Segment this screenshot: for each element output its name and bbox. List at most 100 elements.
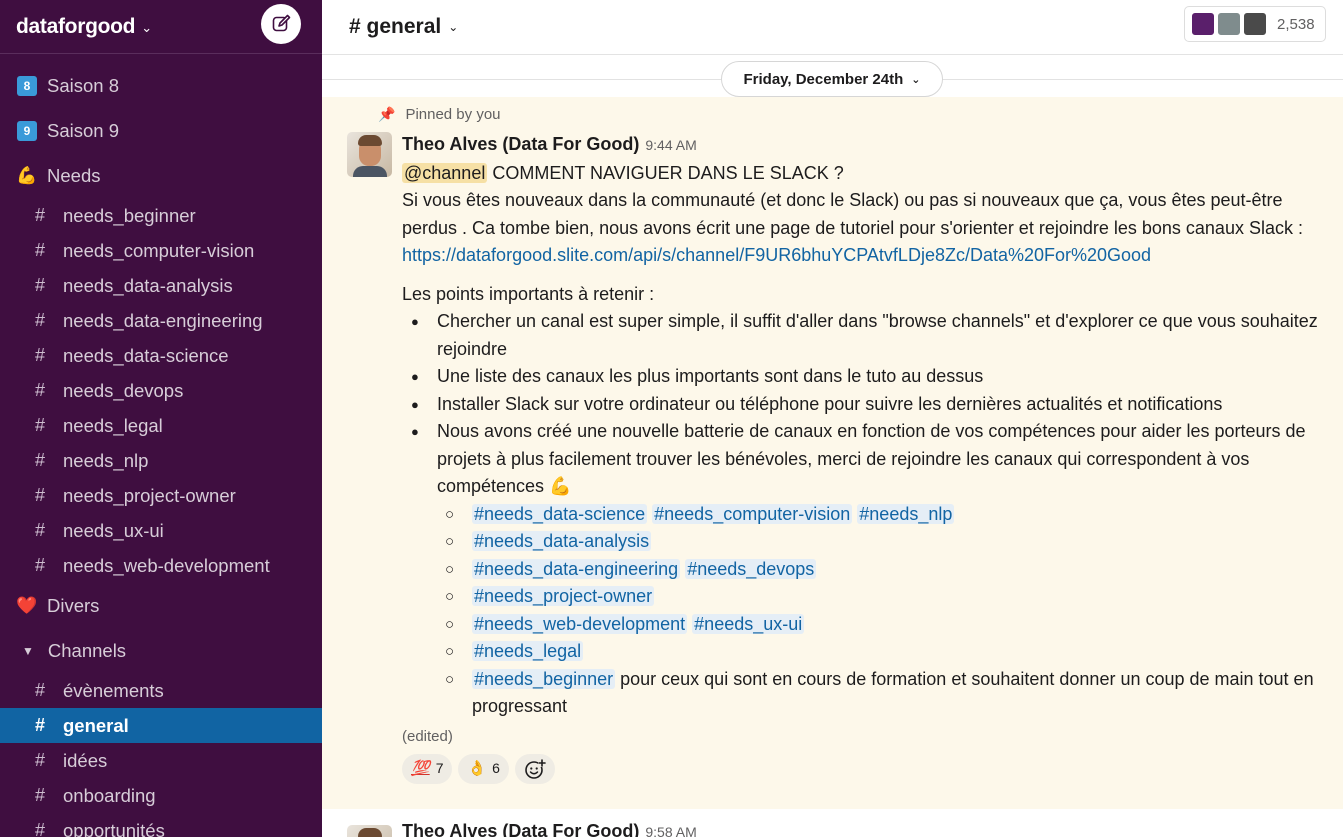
sidebar-channel-label: needs_legal — [63, 414, 163, 436]
sidebar-channel-idees[interactable]: # idées — [0, 743, 322, 778]
sidebar-channel-label: general — [63, 714, 129, 736]
channel-link[interactable]: #needs_legal — [472, 641, 584, 661]
list-item: #needs_beginner pour ceux qui sont en co… — [437, 666, 1322, 721]
list-item: Chercher un canal est super simple, il s… — [402, 308, 1322, 363]
sidebar-section-needs[interactable]: 💪 Needs — [0, 153, 322, 198]
workspace-header[interactable]: dataforgood ⌄ — [0, 0, 322, 54]
chevron-down-icon[interactable]: ⌄ — [448, 20, 458, 34]
points-intro: Les points importants à retenir : — [402, 283, 655, 304]
sidebar-channel-needs_computer-vision[interactable]: # needs_computer-vision — [0, 233, 322, 268]
channel-link[interactable]: #needs_devops — [685, 558, 817, 579]
hash-icon: # — [35, 715, 46, 735]
sidebar-section-divers[interactable]: ❤️ Divers — [0, 583, 322, 628]
sidebar-channel-label: needs_ux-ui — [63, 519, 164, 541]
sidebar-channel-label: évènements — [63, 679, 164, 701]
reaction-count: 7 — [435, 760, 444, 777]
add-reaction-button[interactable] — [514, 754, 555, 784]
sidebar-channel-needs_beginner[interactable]: # needs_beginner — [0, 198, 322, 233]
add-reaction-icon — [525, 759, 546, 779]
channel-mention[interactable]: @channel — [402, 162, 488, 183]
message-author[interactable]: Theo Alves (Data For Good) — [402, 134, 639, 154]
sidebar-channel-needs_data-science[interactable]: # needs_data-science — [0, 338, 322, 373]
workspace-name[interactable]: dataforgood — [16, 15, 135, 39]
hash-icon: # — [35, 680, 46, 700]
sidebar-channel-evenements[interactable]: # évènements — [0, 673, 322, 708]
red-heart-icon: ❤️ — [16, 595, 38, 615]
flexed-biceps-icon: 💪 — [16, 165, 38, 185]
message-intro: Si vous êtes nouveaux dans la communauté… — [402, 190, 1303, 238]
channel-link[interactable]: #needs_web-development — [472, 613, 688, 634]
hash-icon: # — [35, 240, 46, 260]
sidebar-channel-needs_data-analysis[interactable]: # needs_data-analysis — [0, 268, 322, 303]
channel-link[interactable]: #needs_data-analysis — [472, 531, 652, 551]
channel-link[interactable]: #needs_data-science — [472, 503, 648, 524]
sidebar-channel-label: opportunités — [63, 819, 165, 837]
sidebar-channel-label: needs_data-engineering — [63, 309, 263, 331]
reaction-count: 6 — [492, 760, 500, 777]
date-divider-button[interactable]: Friday, December 24th ⌄ — [721, 61, 943, 97]
caret-down-icon[interactable]: ▼ — [22, 644, 34, 658]
sidebar-channel-needs_devops[interactable]: # needs_devops — [0, 373, 322, 408]
compose-icon — [272, 14, 291, 32]
sidebar-channel-needs_project-owner[interactable]: # needs_project-owner — [0, 478, 322, 513]
hundred-points-icon: 💯 — [411, 760, 430, 778]
tutorial-link[interactable]: https://dataforgood.slite.com/api/s/chan… — [402, 245, 1151, 265]
channel-link[interactable]: #needs_ux-ui — [692, 613, 805, 634]
avatar[interactable] — [347, 825, 392, 837]
sidebar-section-saison9[interactable]: 9 Saison 9 — [0, 108, 322, 153]
channel-link[interactable]: #needs_project-owner — [472, 586, 655, 606]
channel-link[interactable]: #needs_data-engineering — [472, 558, 681, 579]
sidebar-section-channels[interactable]: ▼ Channels — [0, 628, 322, 673]
hash-icon: # — [35, 820, 46, 837]
date-label: Friday, December 24th — [743, 70, 904, 88]
channel-title[interactable]: # general — [349, 15, 441, 39]
message-time[interactable]: 9:58 AM — [645, 824, 696, 837]
hash-icon: # — [35, 275, 46, 295]
members-button[interactable]: 2,538 — [1184, 6, 1326, 42]
message-header: Theo Alves (Data For Good) 9:58 AM — [402, 821, 697, 837]
sidebar-channel-needs_ux-ui[interactable]: # needs_ux-ui — [0, 513, 322, 548]
hash-icon: # — [35, 750, 46, 770]
sidebar-channel-needs_web-development[interactable]: # needs_web-development — [0, 548, 322, 583]
list-item: #needs_legal — [437, 638, 1322, 666]
reactions-bar: 💯 7 👌 6 — [402, 754, 1322, 784]
sidebar-channel-label: needs_project-owner — [63, 484, 236, 506]
chevron-down-icon[interactable]: ⌄ — [141, 20, 152, 36]
main-pane: # general ⌄ 2,538 Friday, December 24th … — [322, 0, 1343, 837]
sidebar-channel-label: onboarding — [63, 784, 156, 806]
channel-link[interactable]: #needs_beginner — [472, 668, 616, 689]
sidebar-channel-label: needs_nlp — [63, 449, 149, 471]
compose-button[interactable] — [261, 4, 301, 44]
message-title: COMMENT NAVIGUER DANS LE SLACK ? — [487, 162, 844, 183]
sidebar-section-label: Channels — [47, 639, 127, 661]
sidebar-channel-needs_legal[interactable]: # needs_legal — [0, 408, 322, 443]
message-title-line: @channel COMMENT NAVIGUER DANS LE SLACK … — [402, 160, 1322, 188]
message-header: Theo Alves (Data For Good) 9:44 AM — [402, 131, 1322, 160]
sidebar-section-saison8[interactable]: 8 Saison 8 — [0, 63, 322, 108]
message-content: Theo Alves (Data For Good) 9:44 AM @chann… — [402, 131, 1322, 784]
sidebar-channel-opportunites[interactable]: # opportunités — [0, 813, 322, 837]
sidebar-channel-label: needs_data-science — [63, 344, 229, 366]
member-count: 2,538 — [1277, 15, 1315, 33]
hash-icon: # — [35, 205, 46, 225]
sidebar-channel-onboarding[interactable]: # onboarding — [0, 778, 322, 813]
hash-icon: # — [35, 520, 46, 540]
channel-link[interactable]: #needs_nlp — [857, 503, 955, 524]
reaction-ok-hand[interactable]: 👌 6 — [458, 754, 509, 784]
list-item: #needs_project-owner — [437, 583, 1322, 611]
channel-link[interactable]: #needs_computer-vision — [652, 503, 853, 524]
sidebar-channel-needs_nlp[interactable]: # needs_nlp — [0, 443, 322, 478]
reaction-hundred[interactable]: 💯 7 — [402, 754, 453, 784]
bullet-text: Installer Slack sur votre ordinateur ou … — [437, 393, 1223, 414]
message-time[interactable]: 9:44 AM — [645, 137, 696, 153]
message-author[interactable]: Theo Alves (Data For Good) — [402, 821, 639, 837]
avatar — [1217, 12, 1241, 36]
ok-hand-icon: 👌 — [467, 760, 487, 778]
chevron-down-icon: ⌄ — [911, 73, 921, 86]
sidebar-channel-label: needs_beginner — [63, 204, 196, 226]
sidebar-channel-label: needs_web-development — [63, 554, 270, 576]
pinned-text: Pinned by you — [405, 106, 501, 123]
sidebar-channel-general[interactable]: # general — [0, 708, 322, 743]
avatar[interactable] — [347, 132, 392, 177]
sidebar-channel-needs_data-engineering[interactable]: # needs_data-engineering — [0, 303, 322, 338]
